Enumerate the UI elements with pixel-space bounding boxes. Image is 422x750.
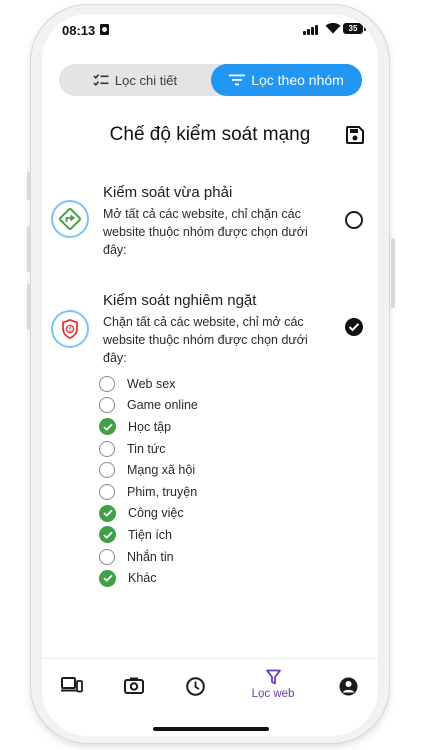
filter-lines-icon — [229, 74, 246, 86]
group-item[interactable]: Web sex — [99, 373, 198, 395]
home-indicator — [153, 727, 269, 731]
unchecked-circle-icon[interactable] — [99, 548, 115, 565]
mode-strict-description: Chặn tất cả các website, chỉ mở các webs… — [103, 315, 308, 365]
account-icon — [339, 677, 357, 696]
nav-camera[interactable] — [114, 659, 154, 711]
nav-schedule[interactable] — [175, 659, 215, 711]
group-item-label: Mạng xã hội — [127, 463, 196, 478]
group-item[interactable]: Nhắn tin — [99, 546, 198, 568]
battery-icon: 35 — [343, 23, 366, 34]
side-button — [27, 284, 31, 330]
group-item-label: Nhắn tin — [127, 549, 174, 564]
mode-moderate-radio[interactable] — [345, 211, 363, 229]
unchecked-circle-icon[interactable] — [99, 440, 115, 457]
group-item-label: Công việc — [128, 506, 184, 521]
group-item[interactable]: Tiện ích — [99, 524, 198, 546]
side-button — [27, 226, 31, 272]
side-button — [391, 238, 395, 308]
tab-detail-filter[interactable]: Lọc chi tiết — [59, 64, 211, 96]
mode-strict-title: Kiểm soát nghiêm ngặt — [103, 292, 257, 309]
group-item-label: Game online — [127, 398, 198, 413]
app-screen: 08:13 35 Lọc chi tiết Lọc theo nhóm Chế … — [42, 14, 378, 736]
nav-devices[interactable] — [52, 659, 92, 711]
group-item[interactable]: Khác — [99, 567, 198, 589]
checked-circle-icon[interactable] — [99, 569, 116, 587]
sim-card-icon — [100, 24, 109, 35]
group-item[interactable]: Công việc — [99, 503, 198, 525]
website-group-list: Web sex Game online Học tập Tin tức Mạng xã … — [99, 373, 198, 589]
group-item-label: Phim, truyện — [127, 484, 198, 499]
save-icon[interactable] — [346, 126, 364, 144]
group-item-label: Học tập — [128, 419, 172, 434]
check-icon — [348, 323, 360, 332]
nav-account[interactable] — [328, 659, 368, 711]
group-item[interactable]: Tin tức — [99, 438, 198, 460]
group-item-label: Tiện ích — [128, 527, 173, 542]
checked-circle-icon[interactable] — [99, 526, 116, 544]
directions-sign-icon — [53, 202, 87, 236]
checked-circle-icon[interactable] — [99, 504, 116, 522]
tab-group-filter[interactable]: Lọc theo nhóm — [211, 64, 362, 96]
wifi-icon — [325, 22, 341, 34]
status-bar: 08:13 35 — [42, 14, 378, 48]
page-title: Chế độ kiểm soát mạng — [109, 124, 311, 145]
group-item-label: Tin tức — [127, 441, 166, 456]
side-button — [27, 172, 31, 200]
mode-moderate[interactable]: Kiểm soát vừa phải Mở tất cả các website… — [42, 180, 378, 260]
bottom-navigation: Lọc web — [42, 658, 378, 711]
mode-strict[interactable]: Kiểm soát nghiêm ngặt Chặn tất cả các we… — [42, 288, 378, 368]
unchecked-circle-icon[interactable] — [99, 462, 115, 479]
mode-moderate-description: Mở tất cả các website, chỉ chặn các webs… — [103, 207, 308, 257]
group-item-label: Web sex — [127, 376, 176, 391]
checked-circle-icon[interactable] — [99, 418, 116, 436]
group-item[interactable]: Mạng xã hội — [99, 459, 198, 481]
group-item[interactable]: Phim, truyện — [99, 481, 198, 503]
filter-mode-tabs: Lọc chi tiết Lọc theo nhóm — [59, 64, 362, 96]
shield-alert-icon — [53, 312, 87, 346]
group-item-label: Khác — [128, 571, 157, 586]
group-item[interactable]: Game online — [99, 395, 198, 417]
tab-detail-filter-label: Lọc chi tiết — [114, 72, 178, 88]
unchecked-circle-icon[interactable] — [99, 483, 115, 500]
checklist-icon — [93, 74, 109, 86]
mode-strict-radio[interactable] — [345, 318, 363, 336]
nav-web-filter[interactable]: Lọc web — [238, 659, 308, 711]
devices-icon — [61, 677, 83, 693]
unchecked-circle-icon[interactable] — [99, 397, 115, 414]
status-time: 08:13 — [62, 23, 96, 38]
mode-moderate-title: Kiểm soát vừa phải — [103, 184, 233, 201]
filter-icon — [265, 669, 281, 685]
group-item[interactable]: Học tập — [99, 416, 198, 438]
nav-web-filter-label: Lọc web — [251, 688, 295, 700]
unchecked-circle-icon[interactable] — [99, 375, 115, 392]
clock-icon — [185, 677, 205, 696]
camera-icon — [124, 677, 144, 694]
tab-group-filter-label: Lọc theo nhóm — [251, 72, 344, 88]
